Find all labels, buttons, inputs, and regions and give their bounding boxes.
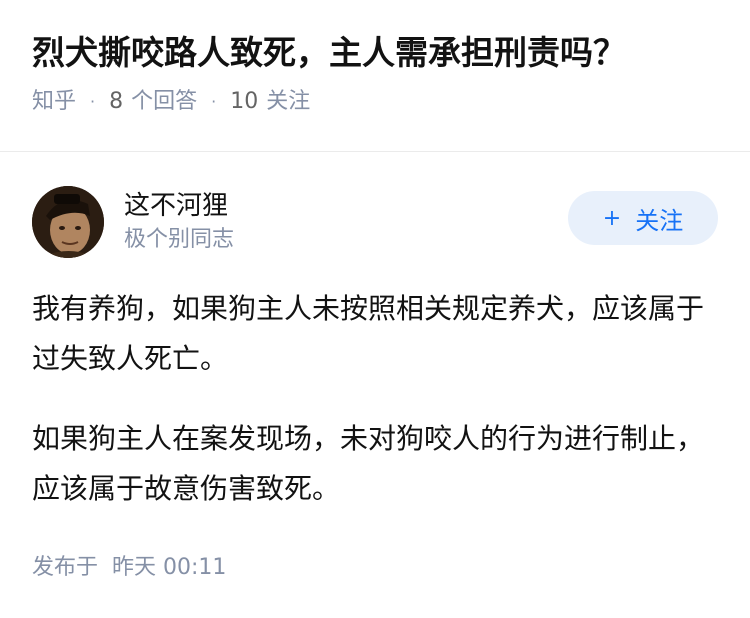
plus-icon: + xyxy=(602,205,622,231)
answer-count: 8 xyxy=(109,89,124,114)
source-label[interactable]: 知乎 xyxy=(32,86,76,118)
answer-content: 我有养狗，如果狗主人未按照相关规定养犬，应该属于过失致人死亡。 如果狗主人在案发… xyxy=(32,284,718,514)
separator-dot: · xyxy=(90,92,96,111)
author-row: 这不河狸 极个别同志 + 关注 xyxy=(32,186,718,258)
answer-count-label: 个回答 xyxy=(131,89,198,114)
author-bio: 极个别同志 xyxy=(124,227,235,252)
question-title[interactable]: 烈犬撕咬路人致死，主人需承担刑责吗？ xyxy=(32,30,718,76)
follower-count-label: 关注 xyxy=(266,89,311,114)
answer-paragraph: 我有养狗，如果狗主人未按照相关规定养犬，应该属于过失致人死亡。 xyxy=(32,292,705,375)
follow-button[interactable]: + 关注 xyxy=(568,191,718,245)
answer-paragraph: 如果狗主人在案发现场，未对狗咬人的行为进行制止，应该属于故意伤害致死。 xyxy=(32,422,705,505)
publish-label: 发布于 xyxy=(32,555,99,580)
question-meta: 知乎 · 8 个回答 · 10 关注 xyxy=(32,86,718,118)
follower-count: 10 xyxy=(230,89,259,114)
author-info: 这不河狸 极个别同志 xyxy=(124,188,234,256)
avatar-image xyxy=(32,186,104,258)
author-name[interactable]: 这不河狸 xyxy=(124,188,234,224)
separator-dot: · xyxy=(211,92,217,111)
answer-card: 这不河狸 极个别同志 + 关注 我有养狗，如果狗主人未按照相关规定养犬，应该属于… xyxy=(0,152,750,584)
avatar[interactable] xyxy=(32,186,104,258)
follow-button-label: 关注 xyxy=(635,206,684,235)
publish-info: 发布于 昨天 00:11 xyxy=(32,552,718,584)
question-header: 烈犬撕咬路人致死，主人需承担刑责吗？ 知乎 · 8 个回答 · 10 关注 xyxy=(0,0,750,152)
publish-time: 昨天 00:11 xyxy=(112,555,227,580)
